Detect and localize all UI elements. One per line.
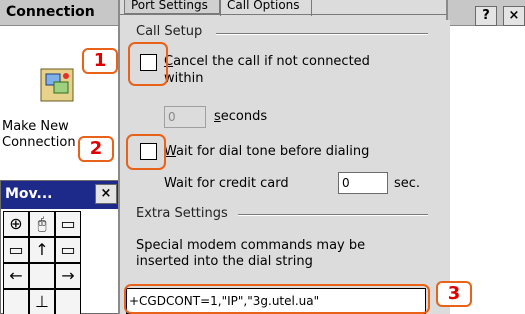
arrow-up-icon[interactable]: ↑ <box>29 237 55 263</box>
modem-connection-icon[interactable] <box>40 68 74 102</box>
window-icon[interactable]: ▭ <box>3 237 29 263</box>
arrow-down-icon[interactable]: ⊥ <box>29 289 55 314</box>
callout-2-number: 2 <box>78 136 114 162</box>
credit-card-wait-input[interactable]: 0 <box>338 172 388 194</box>
move-panel-grid: ⊕ 🖰 ▭ ▭ ↑ ▭ ← → ⊥ <box>1 209 121 314</box>
credit-card-unit: sec. <box>394 176 421 191</box>
arrow-right-icon[interactable]: → <box>55 263 81 289</box>
blank-key[interactable] <box>29 263 55 289</box>
callout-3-highlight <box>124 284 430 314</box>
tab-divider <box>120 14 446 15</box>
arrow-left-icon[interactable]: ← <box>3 263 29 289</box>
call-setup-heading: Call Setup <box>136 24 203 39</box>
callout-3-number: 3 <box>436 281 472 307</box>
cancel-call-label-line2: within <box>164 71 204 86</box>
make-new-label-line1: Make New <box>2 119 69 134</box>
wait-dial-tone-label[interactable]: Wait for dial tone before dialing <box>164 144 369 160</box>
seconds-label: seconds <box>214 109 267 125</box>
callout-1-highlight <box>128 42 168 86</box>
move-panel-close-button[interactable]: × <box>95 184 117 204</box>
dialog-scroll-track[interactable] <box>430 20 450 314</box>
move-input-panel: Mov... × ⊕ 🖰 ▭ ▭ ↑ ▭ ← → ⊥ <box>0 180 122 314</box>
help-button[interactable]: ? <box>475 6 497 26</box>
close-button[interactable]: × <box>503 6 525 26</box>
seconds-label-rest: econds <box>220 109 268 124</box>
modem-commands-desc-line2: inserted into the dial string <box>136 254 313 269</box>
cancel-call-label-rest: ancel the call if not connected <box>173 54 370 69</box>
crosshair-icon[interactable]: ⊕ <box>3 211 29 237</box>
cancel-call-label[interactable]: Cancel the call if not connected <box>164 54 370 70</box>
call-setup-divider <box>216 33 428 35</box>
blank-key[interactable] <box>3 289 29 314</box>
callout-1-number: 1 <box>82 48 118 74</box>
tab-port-settings[interactable]: Port Settings <box>124 0 220 14</box>
callout-2-highlight <box>126 134 166 170</box>
seconds-hotkey: s <box>214 109 221 124</box>
keyboard-icon[interactable]: ▭ <box>55 211 81 237</box>
window-icon[interactable]: ▭ <box>55 237 81 263</box>
background-window-title: Connection <box>6 4 95 20</box>
modem-commands-desc-line1: Special modem commands may be <box>136 238 366 253</box>
cancel-timeout-input[interactable]: 0 <box>164 106 206 128</box>
wait-dial-tone-label-rest: ait for dial tone before dialing <box>176 144 370 159</box>
extra-settings-heading: Extra Settings <box>136 206 228 221</box>
blank-key[interactable] <box>55 289 81 314</box>
mouse-icon[interactable]: 🖰 <box>29 211 55 237</box>
credit-card-label: Wait for credit card <box>164 176 289 191</box>
extra-settings-divider <box>238 214 428 216</box>
